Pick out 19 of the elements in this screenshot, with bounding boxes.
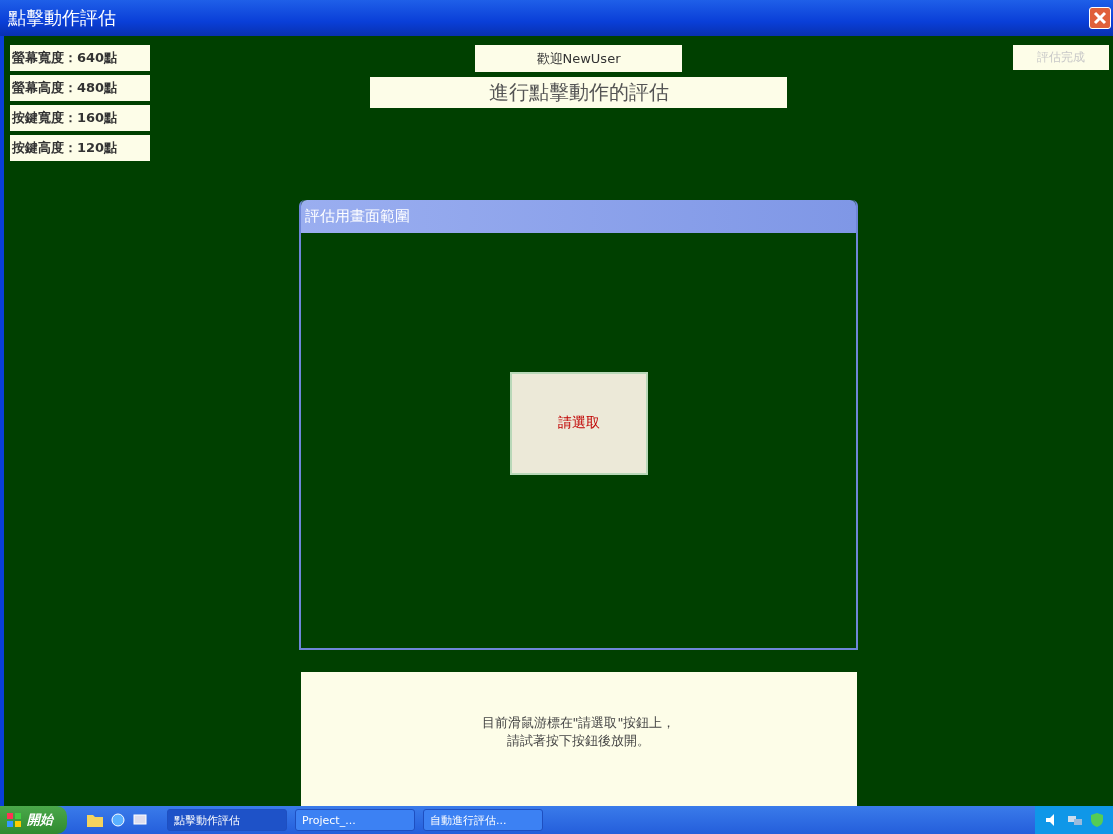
taskbar-button[interactable]: 點擊動作評估	[167, 809, 287, 831]
windows-logo-icon	[6, 812, 22, 828]
start-button[interactable]: 開始	[0, 806, 67, 834]
setting-label: 按鍵高度：120點	[10, 135, 150, 161]
welcome-label: 歡迎NewUser	[475, 45, 682, 72]
close-icon	[1093, 11, 1107, 25]
instruction-text: 目前滑鼠游標在"請選取"按鈕上， 請試著按下按鈕後放開。	[481, 714, 676, 750]
setting-label: 螢幕寬度：640點	[10, 45, 150, 71]
heading-label: 進行點擊動作的評估	[370, 77, 787, 108]
close-button[interactable]	[1089, 7, 1111, 29]
taskbar-button[interactable]: Project_...	[295, 809, 415, 831]
folder-icon[interactable]	[87, 813, 103, 827]
panel-title: 評估用畫面範圍	[301, 200, 856, 233]
network-icon[interactable]	[1067, 813, 1083, 827]
select-button[interactable]: 請選取	[509, 371, 648, 475]
setting-label: 按鍵寬度：160點	[10, 105, 150, 131]
window-title: 點擊動作評估	[8, 6, 116, 30]
taskbar-button[interactable]: 自動進行評估...	[423, 809, 543, 831]
setting-label: 螢幕高度：480點	[10, 75, 150, 101]
